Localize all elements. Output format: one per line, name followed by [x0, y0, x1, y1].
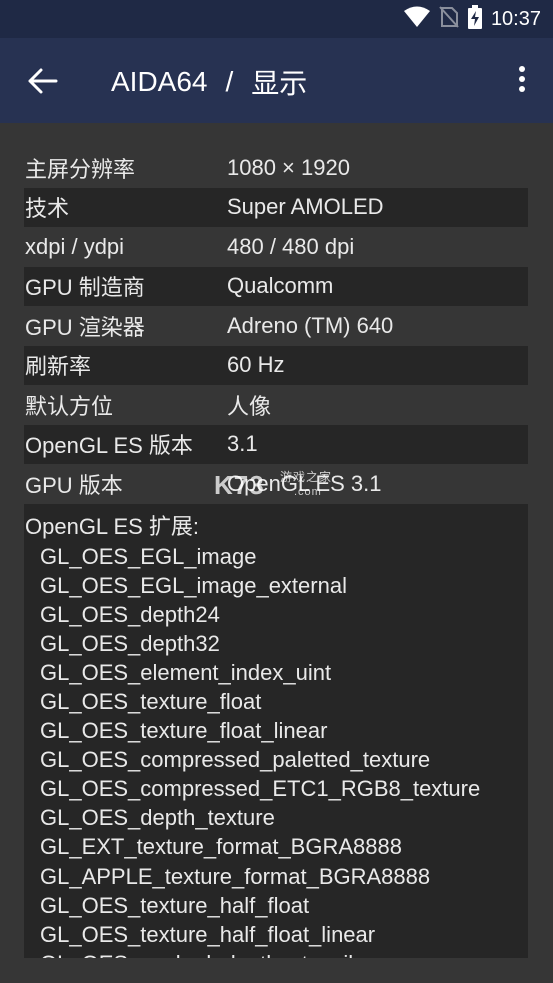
row-label: GPU 版本: [25, 472, 123, 498]
extensions-title: OpenGL ES 扩展:: [25, 513, 200, 539]
wifi-icon: [403, 6, 430, 32]
list-item: GL_OES_compressed_paletted_texture: [40, 747, 431, 773]
info-row: xdpi / ydpi 480 / 480 dpi: [24, 227, 528, 267]
row-label: 刷新率: [25, 354, 92, 380]
row-value: OpenGL ES 3.1: [227, 470, 382, 496]
info-row: 技术 Super AMOLED: [24, 187, 528, 227]
title-separator: /: [225, 66, 234, 97]
row-value: Super AMOLED: [227, 194, 384, 220]
battery-charging-icon: [467, 5, 482, 33]
row-label: OpenGL ES 版本: [25, 433, 193, 459]
list-item: GL_OES_texture_float: [40, 688, 262, 714]
watermark-brand: K73: [214, 470, 265, 500]
list-item: GL_OES_compressed_ETC1_RGB8_texture: [40, 776, 481, 802]
row-label: 主屏分辨率: [25, 156, 136, 182]
row-value: Adreno (TM) 640: [227, 312, 394, 338]
row-label: GPU 渲染器: [25, 314, 145, 340]
list-item: GL_OES_element_index_uint: [40, 659, 332, 685]
info-row: 默认方位 人像: [24, 385, 528, 425]
status-icons: 10:37: [403, 5, 541, 33]
back-button[interactable]: [26, 65, 60, 97]
list-item: GL_OES_texture_half_float: [40, 892, 310, 918]
row-label: 默认方位: [25, 393, 114, 419]
status-time: 10:37: [490, 7, 541, 30]
extensions-list: GL_OES_EGL_image GL_OES_EGL_image_extern…: [24, 542, 528, 958]
page-name: 显示: [251, 68, 308, 99]
watermark-tagline: 游戏之家: [280, 470, 333, 484]
list-item: GL_EXT_texture_format_BGRA8888: [40, 834, 402, 860]
app-bar: AIDA64 / 显示: [0, 38, 553, 123]
info-row: GPU 版本 OpenGL ES 3.1: [24, 464, 528, 504]
watermark-logo: K73 游戏之家 .com: [214, 470, 331, 501]
extensions-section[interactable]: OpenGL ES 扩展: GL_OES_EGL_image GL_OES_EG…: [24, 503, 528, 958]
list-item: GL_OES_texture_half_float_linear: [40, 921, 376, 947]
display-info-list: 主屏分辨率 1080 × 1920 技术 Super AMOLED xdpi /…: [24, 148, 528, 958]
list-item: GL_APPLE_texture_format_BGRA8888: [40, 863, 431, 889]
row-value: 1080 × 1920: [227, 154, 350, 180]
row-label: GPU 制造商: [25, 275, 145, 301]
row-value: Qualcomm: [227, 273, 334, 299]
row-value: 人像: [227, 393, 272, 419]
info-row: 刷新率 60 Hz: [24, 345, 528, 385]
app-name: AIDA64: [111, 66, 208, 97]
status-bar: 10:37: [0, 0, 553, 38]
arrow-left-icon: [28, 68, 58, 94]
row-value: 3.1: [227, 431, 258, 457]
info-row: OpenGL ES 版本 3.1: [24, 424, 528, 464]
list-item: GL_OES_depth24: [40, 601, 220, 627]
list-item: GL_OES_EGL_image_external: [40, 572, 347, 598]
info-row: GPU 渲染器 Adreno (TM) 640: [24, 306, 528, 346]
more-vert-icon: [517, 66, 527, 92]
row-value: 60 Hz: [227, 352, 285, 378]
list-item: GL_OES_depth_texture: [40, 805, 275, 831]
row-value: 480 / 480 dpi: [227, 233, 355, 259]
more-options-button[interactable]: [517, 66, 527, 96]
list-item: GL_OES_texture_float_linear: [40, 718, 328, 744]
list-item: GL_OES_packed_depth_stencil: [40, 949, 528, 958]
no-sim-icon: [439, 6, 459, 32]
row-label: 技术: [25, 196, 70, 222]
watermark-domain: .com: [294, 486, 322, 498]
info-row: 主屏分辨率 1080 × 1920: [24, 148, 528, 188]
list-item: GL_OES_EGL_image: [40, 543, 257, 569]
info-row: GPU 制造商 Qualcomm: [24, 266, 528, 306]
row-label: xdpi / ydpi: [25, 233, 125, 259]
page-title: AIDA64 / 显示: [111, 62, 307, 102]
list-item: GL_OES_depth32: [40, 630, 220, 656]
